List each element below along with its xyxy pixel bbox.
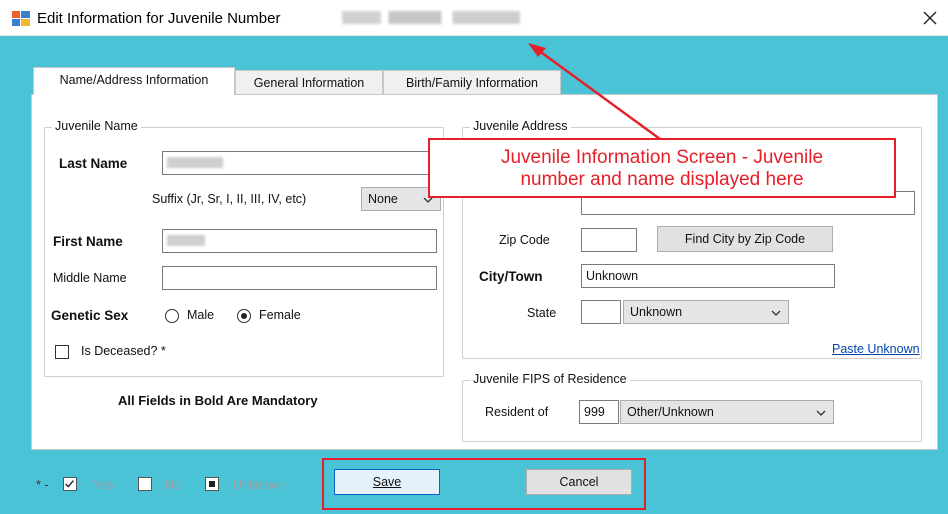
chevron-down-icon bbox=[816, 410, 826, 416]
buttons-highlight-box bbox=[322, 458, 646, 510]
city-town-field[interactable]: Unknown bbox=[581, 264, 835, 288]
no-checkbox bbox=[138, 477, 152, 491]
juvenile-address-legend: Juvenile Address bbox=[470, 119, 571, 133]
close-icon[interactable] bbox=[918, 6, 942, 30]
male-radio[interactable] bbox=[165, 309, 179, 323]
unknown-label: Unknown bbox=[233, 478, 286, 492]
first-name-field[interactable] bbox=[162, 229, 437, 253]
middle-name-field[interactable] bbox=[162, 266, 437, 290]
chevron-down-icon bbox=[771, 310, 781, 316]
title-bar: Edit Information for Juvenile Number bbox=[0, 0, 948, 36]
redacted-last-name bbox=[167, 157, 223, 168]
female-radio[interactable] bbox=[237, 309, 251, 323]
form-window-icon bbox=[12, 11, 30, 26]
is-deceased-checkbox[interactable] bbox=[55, 345, 69, 359]
suffix-label: Suffix (Jr, Sr, I, II, III, IV, etc) bbox=[152, 192, 307, 206]
fips-code-field[interactable]: 999 bbox=[579, 400, 619, 424]
fips-legend: Juvenile FIPS of Residence bbox=[470, 372, 630, 386]
no-label: No bbox=[165, 478, 181, 492]
fips-select[interactable]: Other/Unknown bbox=[620, 400, 834, 424]
city-town-label: City/Town bbox=[479, 269, 543, 284]
fips-group: Juvenile FIPS of Residence Resident of 9… bbox=[462, 372, 922, 442]
resident-of-label: Resident of bbox=[485, 405, 549, 419]
paste-unknown-link[interactable]: Paste Unknown bbox=[832, 342, 920, 356]
middle-name-label: Middle Name bbox=[53, 271, 127, 285]
window-title: Edit Information for Juvenile Number bbox=[37, 10, 281, 27]
callout-line-1: Juvenile Information Screen - Juvenile bbox=[500, 147, 824, 168]
yes-checkbox bbox=[63, 477, 77, 491]
mandatory-note: All Fields in Bold Are Mandatory bbox=[118, 393, 318, 408]
tab-name-address[interactable]: Name/Address Information bbox=[33, 67, 235, 95]
check-icon bbox=[65, 480, 74, 488]
zip-code-label: Zip Code bbox=[499, 233, 550, 247]
state-code-field[interactable] bbox=[581, 300, 621, 324]
genetic-sex-label: Genetic Sex bbox=[51, 308, 129, 323]
is-deceased-label: Is Deceased? * bbox=[81, 344, 166, 358]
redacted-juvenile-number bbox=[342, 11, 520, 24]
annotation-callout: Juvenile Information Screen - Juvenile n… bbox=[428, 138, 896, 198]
first-name-label: First Name bbox=[53, 234, 123, 249]
tab-birth-family-information[interactable]: Birth/Family Information bbox=[383, 70, 561, 95]
juvenile-name-group: Juvenile Name Last Name Suffix (Jr, Sr, … bbox=[44, 119, 444, 377]
suffix-value: None bbox=[368, 192, 398, 206]
legend-prefix: * - bbox=[36, 478, 49, 492]
male-label: Male bbox=[187, 308, 215, 322]
zip-code-field[interactable] bbox=[581, 228, 637, 252]
find-city-by-zip-button[interactable]: Find City by Zip Code bbox=[657, 226, 833, 252]
tab-general-information[interactable]: General Information bbox=[235, 70, 383, 95]
fips-value: Other/Unknown bbox=[627, 405, 714, 419]
female-label: Female bbox=[259, 308, 301, 322]
state-value: Unknown bbox=[630, 305, 683, 319]
yes-label: Yes bbox=[93, 478, 114, 492]
last-name-label: Last Name bbox=[59, 156, 128, 171]
last-name-field[interactable] bbox=[162, 151, 442, 175]
callout-line-2: number and name displayed here bbox=[520, 169, 804, 190]
juvenile-name-legend: Juvenile Name bbox=[52, 119, 141, 133]
state-label: State bbox=[527, 306, 557, 320]
state-select[interactable]: Unknown bbox=[623, 300, 789, 324]
unknown-checkbox bbox=[205, 477, 219, 491]
redacted-first-name bbox=[167, 235, 205, 246]
